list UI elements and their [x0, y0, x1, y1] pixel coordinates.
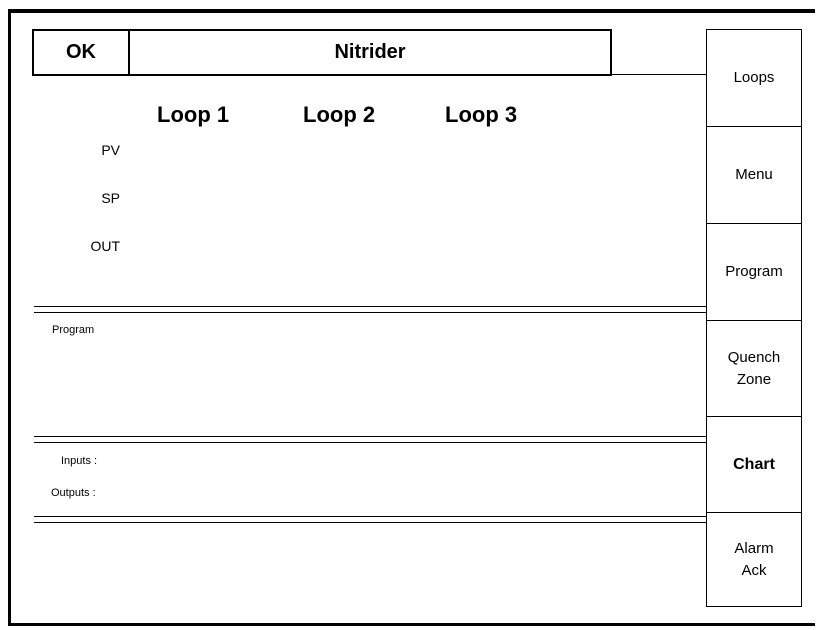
divider-2-bottom	[34, 442, 706, 443]
divider-1-top	[34, 306, 706, 307]
inputs-label: Inputs :	[61, 455, 98, 467]
divider-3-top	[34, 516, 706, 517]
chart-button-label: Chart	[733, 455, 775, 473]
out-label: OUT	[90, 238, 120, 254]
program-button[interactable]: Program	[706, 223, 802, 320]
chart-button[interactable]: Chart	[706, 416, 802, 512]
quench-zone-button-label: Quench Zone	[727, 348, 781, 388]
screen-frame	[8, 9, 815, 626]
pv-label: PV	[101, 142, 120, 158]
loop-3-heading: Loop 3	[445, 102, 518, 127]
sp-label: SP	[101, 190, 120, 206]
page-title: Nitrider	[334, 41, 406, 63]
alarm-ack-button-label: Alarm Ack	[734, 540, 774, 579]
ok-button[interactable]: OK	[32, 29, 130, 76]
program-section-label: Program	[52, 324, 95, 336]
outputs-label: Outputs :	[51, 487, 96, 499]
menu-button-label: Menu	[735, 166, 773, 183]
divider-1-bottom	[34, 312, 706, 313]
quench-zone-button[interactable]: Quench Zone	[706, 320, 802, 416]
loops-button-label: Loops	[733, 68, 775, 86]
menu-button[interactable]: Menu	[706, 126, 802, 223]
loop-2-heading: Loop 2	[303, 102, 376, 127]
program-button-label: Program	[725, 263, 783, 280]
divider-2-top	[34, 436, 706, 437]
divider-3-bottom	[34, 522, 706, 523]
loop-1-heading: Loop 1	[157, 102, 230, 127]
loops-button[interactable]: Loops	[706, 29, 802, 126]
ok-label: OK	[66, 41, 96, 63]
alarm-ack-button[interactable]: Alarm Ack	[706, 512, 802, 607]
header-connector-line	[612, 74, 706, 75]
